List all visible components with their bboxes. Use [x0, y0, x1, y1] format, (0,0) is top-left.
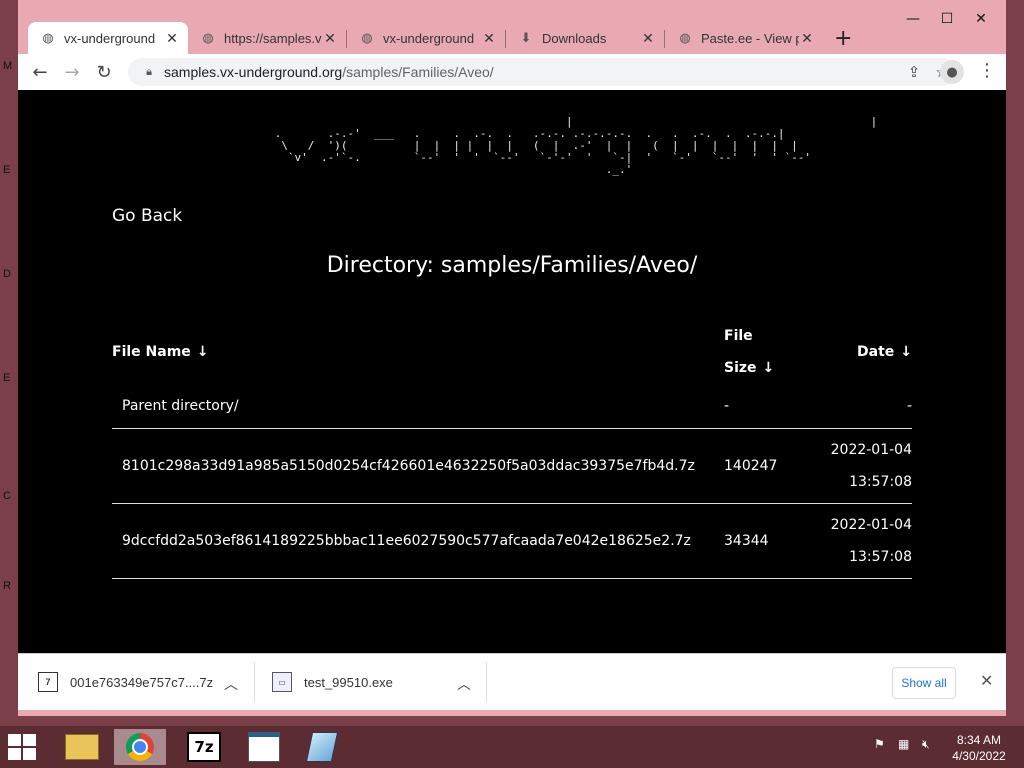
file-size: - [724, 398, 730, 414]
back-arrow-icon[interactable]: ← [28, 60, 52, 84]
system-clock[interactable]: 8:34 AM 4/30/2022 [944, 732, 1014, 764]
desktop-icon-label: D [3, 268, 11, 280]
page-content: | | . .-.-' ___ . . .-. . .-.-. .-.-.-.-… [18, 90, 1006, 653]
tab-vx-underground[interactable]: ◍ vx-underground ✕ [28, 22, 188, 54]
download-filename: 001e763349e757c7....7z [70, 674, 214, 690]
tab-label: vx-underground [64, 30, 156, 46]
windows-start-icon[interactable] [8, 734, 38, 760]
vx-underground-logo: | | . .-.-' ___ . . .-. . .-.-. .-.-.-.-… [274, 115, 878, 176]
chevron-up-icon[interactable]: ︿ [457, 674, 471, 694]
tab-label: Paste.ee - View pa [701, 30, 799, 46]
globe-icon: ◍ [42, 30, 54, 45]
downloads-bar: 7 001e763349e757c7....7z ︿ ▭ test_99510.… [18, 653, 1006, 710]
globe-icon: ◍ [202, 30, 214, 45]
new-tab-button[interactable]: + [834, 26, 852, 51]
table-row: 8101c298a33d91a985a5150d0254cf426601e463… [112, 428, 912, 504]
file-explorer-icon[interactable] [56, 729, 108, 765]
close-window-button[interactable]: ✕ [964, 8, 998, 30]
tab-paste-ee[interactable]: ◍ Paste.ee - View pa ✕ [665, 22, 823, 54]
share-icon[interactable]: ⇪ [900, 63, 928, 81]
clock-date: 4/30/2022 [952, 749, 1006, 763]
window-controls: — ☐ ✕ [896, 8, 998, 30]
sort-arrow-icon: ↓ [762, 360, 775, 376]
sort-arrow-icon: ↓ [196, 344, 209, 360]
page-title: Directory: samples/Families/Aveo/ [326, 253, 698, 278]
tab-vx-underground-2[interactable]: ◍ vx-underground ✕ [347, 22, 505, 54]
tab-label: https://samples.vx [224, 30, 322, 46]
notepad-icon[interactable] [296, 729, 348, 765]
file-listing-table: File Name ↓ File Size ↓ Date ↓ Parent direct… [112, 320, 912, 579]
close-icon[interactable]: ✕ [640, 30, 656, 47]
desktop-icon-label: M [3, 60, 13, 72]
7z-archive-icon: 7 [38, 672, 58, 692]
clock-time: 8:34 AM [956, 733, 1002, 747]
exe-file-icon: ▭ [272, 672, 292, 692]
document-viewer-icon[interactable] [238, 729, 290, 765]
file-date: - [906, 398, 912, 414]
download-icon: ⬇ [520, 30, 532, 45]
go-back-link[interactable]: Go Back [112, 206, 182, 226]
browser-toolbar: ← → ↻ 🔒︎ samples.vx-underground.org/samp… [18, 54, 1006, 90]
taskbar: 7z ⚑ ▦ 🔇︎ 8:34 AM 4/30/2022 [0, 726, 1024, 768]
column-header-file-name[interactable]: File Name ↓ [112, 320, 718, 384]
tab-label: Downloads [542, 30, 607, 46]
sort-arrow-icon: ↓ [900, 344, 912, 360]
tab-strip: ◍ vx-underground ✕ ◍ https://samples.vx … [28, 18, 886, 54]
close-icon[interactable]: ✕ [481, 30, 497, 47]
tab-samples[interactable]: ◍ https://samples.vx ✕ [188, 22, 346, 54]
table-row: Parent directory/ - - [112, 384, 912, 429]
file-size: 34344 [718, 503, 814, 579]
close-icon[interactable]: ✕ [164, 30, 180, 47]
minimize-button[interactable]: — [896, 8, 930, 30]
chevron-up-icon[interactable]: ︿ [224, 674, 238, 694]
column-header-file-size[interactable]: File Size ↓ [718, 320, 814, 384]
reload-icon[interactable]: ↻ [92, 60, 116, 84]
file-date: 2022-01-04 13:57:08 [814, 428, 912, 504]
desktop-icon-label: C [3, 490, 11, 502]
chrome-icon[interactable] [114, 729, 166, 765]
file-link[interactable]: 9dccfdd2a503ef8614189225bbbac11ee6027590… [112, 503, 718, 579]
globe-icon: ◍ [679, 30, 691, 45]
action-center-flag-icon[interactable]: ⚑ [874, 737, 885, 751]
show-all-button[interactable]: Show all [892, 667, 956, 699]
lock-icon: 🔒︎ [146, 65, 152, 78]
browser-window: — ☐ ✕ ◍ vx-underground ✕ ◍ https://sampl… [18, 0, 1006, 716]
close-icon[interactable]: ✕ [322, 30, 338, 47]
close-icon[interactable]: ✕ [799, 30, 815, 47]
url-path: /samples/Families/Aveo/ [342, 64, 494, 80]
desktop-icon-label: E [3, 164, 11, 176]
url-text[interactable]: samples.vx-underground.org/samples/Famil… [164, 64, 900, 80]
menu-dots-icon[interactable]: ⋮ [978, 60, 996, 81]
parent-directory-link[interactable]: Parent directory/ [112, 384, 718, 429]
file-size: 140247 [718, 428, 814, 504]
tab-downloads[interactable]: ⬇ Downloads ✕ [506, 22, 664, 54]
table-row: 9dccfdd2a503ef8614189225bbbac11ee6027590… [112, 503, 912, 579]
profile-avatar-icon[interactable]: ● [940, 60, 964, 84]
column-header-date[interactable]: Date ↓ [814, 320, 912, 384]
close-icon[interactable]: ✕ [980, 671, 993, 690]
download-item[interactable]: 7 001e763349e757c7....7z [38, 654, 213, 710]
volume-muted-icon[interactable]: 🔇︎ [922, 737, 930, 752]
forward-arrow-icon[interactable]: → [60, 60, 84, 84]
7zip-icon[interactable]: 7z [178, 729, 230, 765]
globe-icon: ◍ [361, 30, 373, 45]
tab-label: vx-underground [383, 30, 475, 46]
file-date: 2022-01-04 13:57:08 [814, 503, 912, 579]
desktop-icon-label: E [3, 372, 11, 384]
download-item[interactable]: ▭ test_99510.exe [272, 654, 393, 710]
address-bar[interactable]: 🔒︎ samples.vx-underground.org/samples/Fa… [128, 58, 956, 86]
desktop-icon-label: R [3, 580, 11, 592]
file-link[interactable]: 8101c298a33d91a985a5150d0254cf426601e463… [112, 428, 718, 504]
maximize-button[interactable]: ☐ [930, 8, 964, 30]
url-host: samples.vx-underground.org [164, 64, 343, 80]
network-icon[interactable]: ▦ [898, 737, 909, 751]
download-filename: test_99510.exe [304, 674, 393, 690]
